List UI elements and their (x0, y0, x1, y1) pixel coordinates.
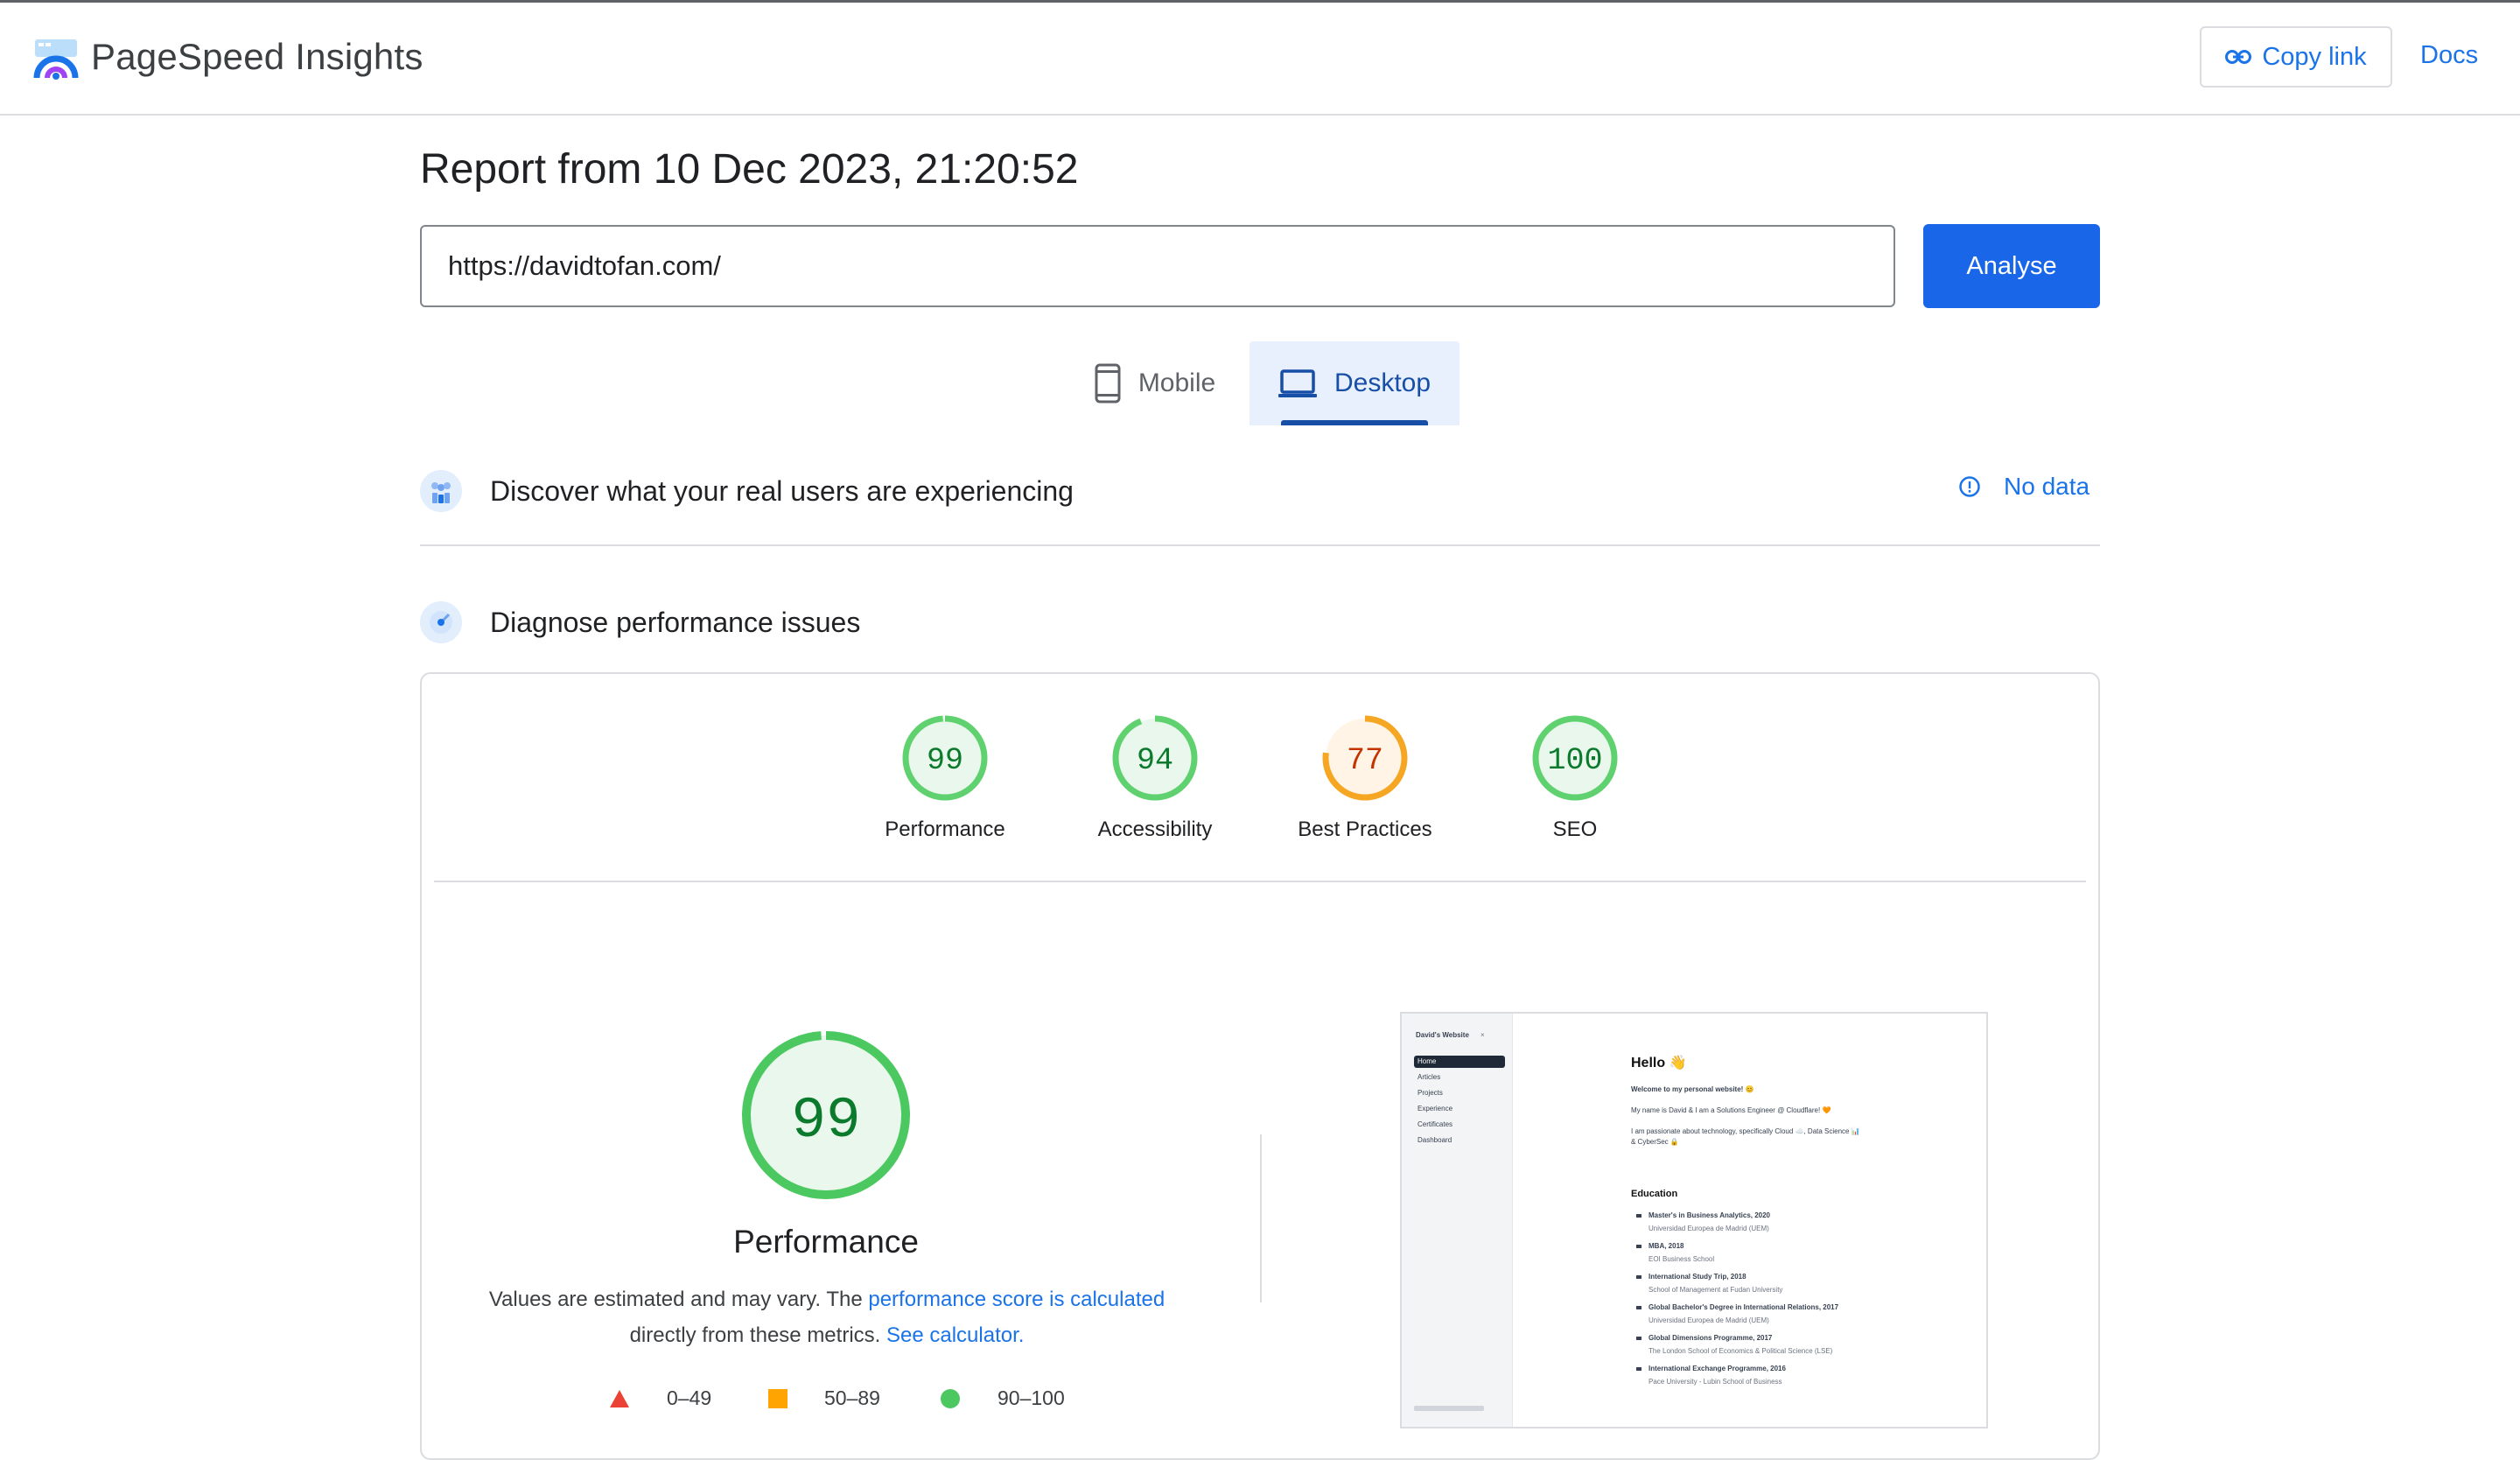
card-divider (434, 881, 2086, 882)
pagespeed-logo-icon (33, 39, 79, 80)
thumb-cap-icon (1636, 1214, 1642, 1218)
gauge-ring: 100 (1532, 715, 1618, 801)
gauge-ring: 77 (1322, 715, 1408, 801)
thumb-nav-item: Articles (1418, 1073, 1441, 1081)
thumb-cap-icon (1636, 1245, 1642, 1248)
gauge-accessibility[interactable]: 94 Accessibility (1050, 714, 1260, 842)
thumb-cap-icon (1636, 1337, 1642, 1340)
gauge-score: 100 (1547, 743, 1602, 778)
final-screenshot[interactable]: David's Website × Home Articles Projects… (1400, 1012, 1988, 1428)
thumb-degree: International Exchange Programme, 2016 (1648, 1365, 1786, 1372)
field-data-title: Discover what your real users are experi… (490, 475, 1074, 507)
diagnose-title: Diagnose performance issues (490, 607, 861, 638)
thumb-site-title: David's Website (1416, 1031, 1469, 1039)
thumb-school: Universidad Europea de Madrid (UEM) (1648, 1316, 1769, 1324)
laptop-icon (1278, 369, 1317, 397)
gauge-performance[interactable]: 99 Performance (840, 714, 1050, 842)
thumb-close-icon: × (1480, 1031, 1485, 1039)
gauge-label: SEO (1552, 818, 1598, 841)
thumb-social-icons (1414, 1406, 1484, 1411)
phone-icon (1095, 363, 1121, 404)
score-calculated-link[interactable]: performance score is calculated (868, 1288, 1165, 1311)
link-icon (2225, 50, 2252, 64)
thumb-cap-icon (1636, 1275, 1642, 1279)
gauge-ring: 99 (902, 715, 988, 801)
thumb-nav-item: Dashboard (1418, 1136, 1452, 1144)
note-text-2: directly from these metrics. (629, 1323, 886, 1347)
gauge-seo[interactable]: 100 SEO (1470, 714, 1680, 842)
tab-mobile-label: Mobile (1138, 369, 1216, 397)
thumb-cap-icon (1636, 1306, 1642, 1309)
gauge-score: 94 (1137, 743, 1173, 778)
thumb-welcome: Welcome to my personal website! 😊 (1631, 1085, 1754, 1093)
gauge-label: Performance (885, 818, 1005, 841)
thumb-degree: Global Bachelor's Degree in Internationa… (1648, 1303, 1839, 1311)
thumb-passion-2: & CyberSec 🔒 (1631, 1138, 1679, 1146)
legend-fail-label: 0–49 (667, 1386, 712, 1409)
thumb-degree: Master's in Business Analytics, 2020 (1648, 1211, 1771, 1219)
score-note: Values are estimated and may vary. The p… (472, 1281, 1181, 1353)
analyse-button[interactable]: Analyse (1923, 224, 2100, 308)
thumb-degree: MBA, 2018 (1648, 1242, 1684, 1250)
thumb-intro: My name is David & I am a Solutions Engi… (1631, 1106, 1831, 1114)
thumb-nav-item: Home (1418, 1057, 1437, 1065)
tab-desktop[interactable]: Desktop (1250, 341, 1460, 425)
no-data-indicator[interactable]: No data (1958, 473, 2090, 501)
url-input[interactable] (420, 225, 1895, 307)
app-header: PageSpeed Insights Copy link Docs (0, 3, 2520, 116)
users-chart-icon (420, 470, 462, 512)
tab-selected-indicator (1281, 420, 1428, 425)
gauge-score: 77 (1347, 743, 1383, 778)
performance-big-label: Performance (733, 1224, 919, 1260)
tab-desktop-label: Desktop (1334, 369, 1432, 397)
thumb-school: School of Management at Fudan University (1648, 1286, 1783, 1294)
section-divider (420, 544, 2100, 546)
triangle-icon (610, 1389, 629, 1407)
thumb-degree: Global Dimensions Programme, 2017 (1648, 1334, 1773, 1342)
thumb-education-heading: Education (1631, 1189, 1678, 1199)
docs-link[interactable]: Docs (2420, 41, 2478, 70)
gauge-best-practices[interactable]: 77 Best Practices (1260, 714, 1470, 842)
thumb-degree: International Study Trip, 2018 (1648, 1273, 1746, 1281)
circle-icon (941, 1388, 960, 1408)
gauge-label: Best Practices (1298, 818, 1432, 841)
thumb-passion: I am passionate about technology, specif… (1631, 1127, 1860, 1135)
thumb-school: Universidad Europea de Madrid (UEM) (1648, 1225, 1769, 1232)
note-text-1: Values are estimated and may vary. The (488, 1288, 869, 1311)
gauge-ring: 94 (1112, 715, 1198, 801)
vertical-divider (1260, 1134, 1262, 1302)
performance-big-score: 99 (791, 1088, 860, 1154)
legend-average-label: 50–89 (824, 1386, 880, 1409)
see-calculator-link[interactable]: See calculator. (886, 1323, 1024, 1347)
thumb-school: EOI Business School (1648, 1255, 1715, 1263)
legend-fail: 0–49 (609, 1386, 711, 1410)
thumb-hello: Hello 👋 (1631, 1056, 1687, 1070)
info-icon (1959, 476, 1980, 497)
copy-link-label: Copy link (2262, 42, 2367, 71)
thumb-nav-item: Experience (1418, 1105, 1453, 1113)
brand-title[interactable]: PageSpeed Insights (91, 32, 424, 81)
thumb-nav-item: Certificates (1418, 1120, 1453, 1128)
thumb-nav-item: Projects (1418, 1089, 1443, 1097)
copy-link-button[interactable]: Copy link (2200, 26, 2392, 88)
legend-average: 50–89 (768, 1386, 880, 1410)
gauge-score: 99 (927, 743, 963, 778)
square-icon (768, 1388, 788, 1408)
legend-pass-label: 90–100 (998, 1386, 1065, 1409)
thumb-school: The London School of Economics & Politic… (1648, 1347, 1833, 1355)
thumb-school: Pace University - Lubin School of Busine… (1648, 1378, 1782, 1386)
thumb-cap-icon (1636, 1367, 1642, 1371)
thumb-sidebar: David's Website × Home Articles Projects… (1402, 1014, 1513, 1427)
performance-big-gauge: 99 (742, 1031, 910, 1199)
legend-pass: 90–100 (940, 1386, 1065, 1410)
tab-mobile[interactable]: Mobile (1076, 341, 1234, 425)
report-title: Report from 10 Dec 2023, 21:20:52 (420, 146, 1079, 193)
diagnose-icon (420, 601, 462, 643)
no-data-label: No data (2004, 473, 2090, 500)
gauge-label: Accessibility (1097, 818, 1213, 841)
